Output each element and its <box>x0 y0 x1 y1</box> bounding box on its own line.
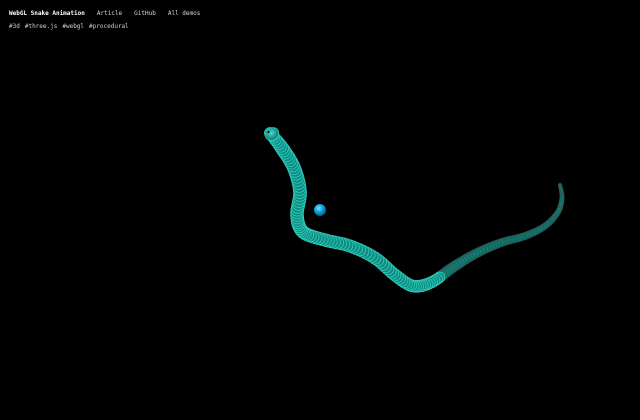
demo-nav: WebGL Snake Animation Article GitHub All… <box>9 8 200 19</box>
tag-3d[interactable]: #3d <box>9 21 20 32</box>
snake-model <box>264 127 565 293</box>
all-demos-link[interactable]: All demos <box>168 8 201 19</box>
tag-procedural[interactable]: #procedural <box>89 21 129 32</box>
food-orb <box>314 204 326 216</box>
article-link[interactable]: Article <box>97 8 122 19</box>
tag-webgl[interactable]: #webgl <box>62 21 84 32</box>
github-link[interactable]: GitHub <box>134 8 156 19</box>
tag-list: #3d #three.js #webgl #procedural <box>9 21 200 32</box>
demo-title: WebGL Snake Animation <box>9 10 85 17</box>
demo-info-panel: WebGL Snake Animation Article GitHub All… <box>9 8 200 32</box>
snake-eye <box>267 130 270 134</box>
webgl-canvas[interactable] <box>0 0 640 420</box>
tag-threejs[interactable]: #three.js <box>25 21 58 32</box>
